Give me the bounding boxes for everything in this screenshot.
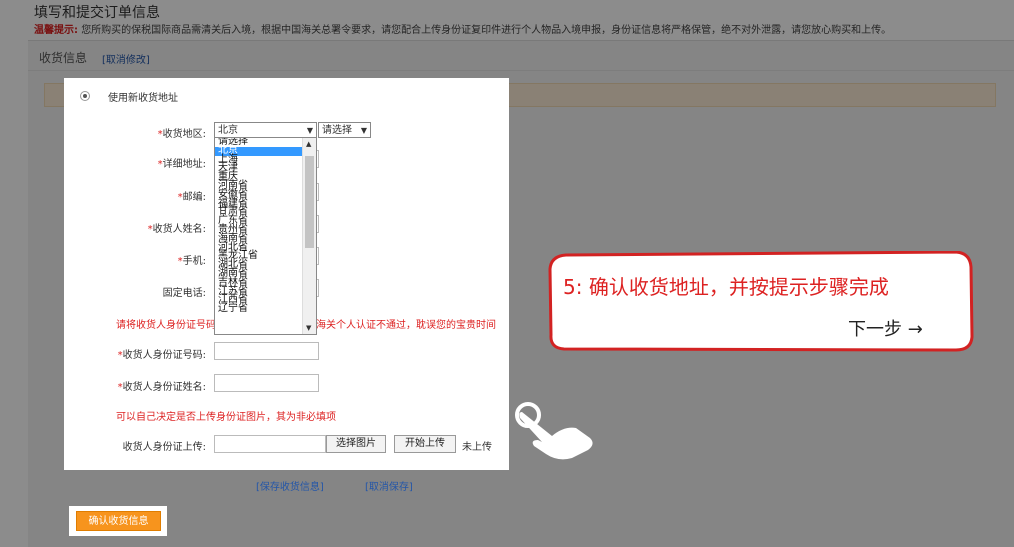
id-number-input[interactable] (214, 342, 319, 360)
chevron-down-icon: ▼ (360, 126, 367, 135)
zip-label: *邮编: (148, 188, 206, 203)
province-dropdown: 请选择 北京 上海 天津 重庆 河南省 安徽省 福建省 甘肃省 广东省 贵州省 海南省 河北省 黑龙江省湖… (214, 137, 317, 335)
region-label: *收货地区: (148, 125, 206, 140)
zip-label-text: 邮编: (182, 192, 206, 203)
city-select[interactable]: 请选择 ▼ (318, 122, 371, 138)
scrollbar-thumb[interactable] (305, 156, 314, 248)
save-address-link[interactable]: [保存收货信息] (256, 478, 324, 493)
hand-shape (519, 412, 593, 460)
use-new-address-label: 使用新收货地址 (108, 93, 178, 104)
next-step-link[interactable]: 下一步 → (848, 315, 923, 341)
callout-text: 5: 确认收货地址，并按提示步骤完成 (563, 275, 889, 299)
id-name-input[interactable] (214, 374, 319, 392)
cancel-save-link[interactable]: [取消保存] (365, 478, 413, 493)
chevron-down-icon: ▼ (306, 126, 313, 135)
address-label-text: 详细地址: (162, 159, 206, 170)
dropdown-scrollbar[interactable]: ▲ ▼ (302, 138, 316, 334)
upload-status: 未上传 (462, 442, 492, 453)
province-select-value: 北京 (218, 125, 238, 136)
id-number-label: *收货人身份证号码: (108, 346, 206, 361)
id-name-label-text: 收货人身份证姓名: (122, 382, 206, 393)
scroll-down-icon[interactable]: ▼ (306, 324, 311, 332)
confirm-shipping-button[interactable]: 确认收货信息 (76, 511, 161, 531)
id-number-label-text: 收货人身份证号码: (122, 350, 206, 361)
name-label: *收货人姓名: (128, 220, 206, 235)
address-label: *详细地址: (148, 155, 206, 170)
pointing-hand-icon (515, 402, 593, 460)
city-select-value: 请选择 (322, 125, 352, 136)
upload-label: 收货人身份证上传: (122, 442, 206, 453)
name-label-text: 收货人姓名: (152, 224, 206, 235)
new-address-radio[interactable] (80, 91, 90, 101)
province-select[interactable]: 北京 ▼ (214, 122, 317, 138)
id-note-right: 海关个人认证不通过，耽误您的宝贵时间 (316, 320, 496, 331)
province-option-list: 请选择 北京 上海 天津 重庆 河南省 安徽省 福建省 甘肃省 广东省 贵州省 海南省 河北省 黑龙江省湖… (215, 138, 316, 314)
mobile-label: *手机: (148, 252, 206, 267)
start-upload-button[interactable]: 开始上传 (394, 435, 456, 453)
optional-note: 可以自己决定是否上传身份证图片，其为非必填项 (116, 412, 336, 423)
region-label-text: 收货地区: (162, 129, 206, 140)
province-option[interactable]: 辽宁省 (215, 304, 316, 314)
id-note-left: 请将收货人身份证号码 (116, 320, 216, 331)
phone-label: 固定电话: (162, 288, 206, 299)
choose-image-button[interactable]: 选择图片 (326, 435, 386, 453)
scroll-up-icon[interactable]: ▲ (306, 140, 311, 148)
id-name-label: *收货人身份证姓名: (108, 378, 206, 393)
upload-file-input[interactable] (214, 435, 326, 453)
mobile-label-text: 手机: (182, 256, 206, 267)
